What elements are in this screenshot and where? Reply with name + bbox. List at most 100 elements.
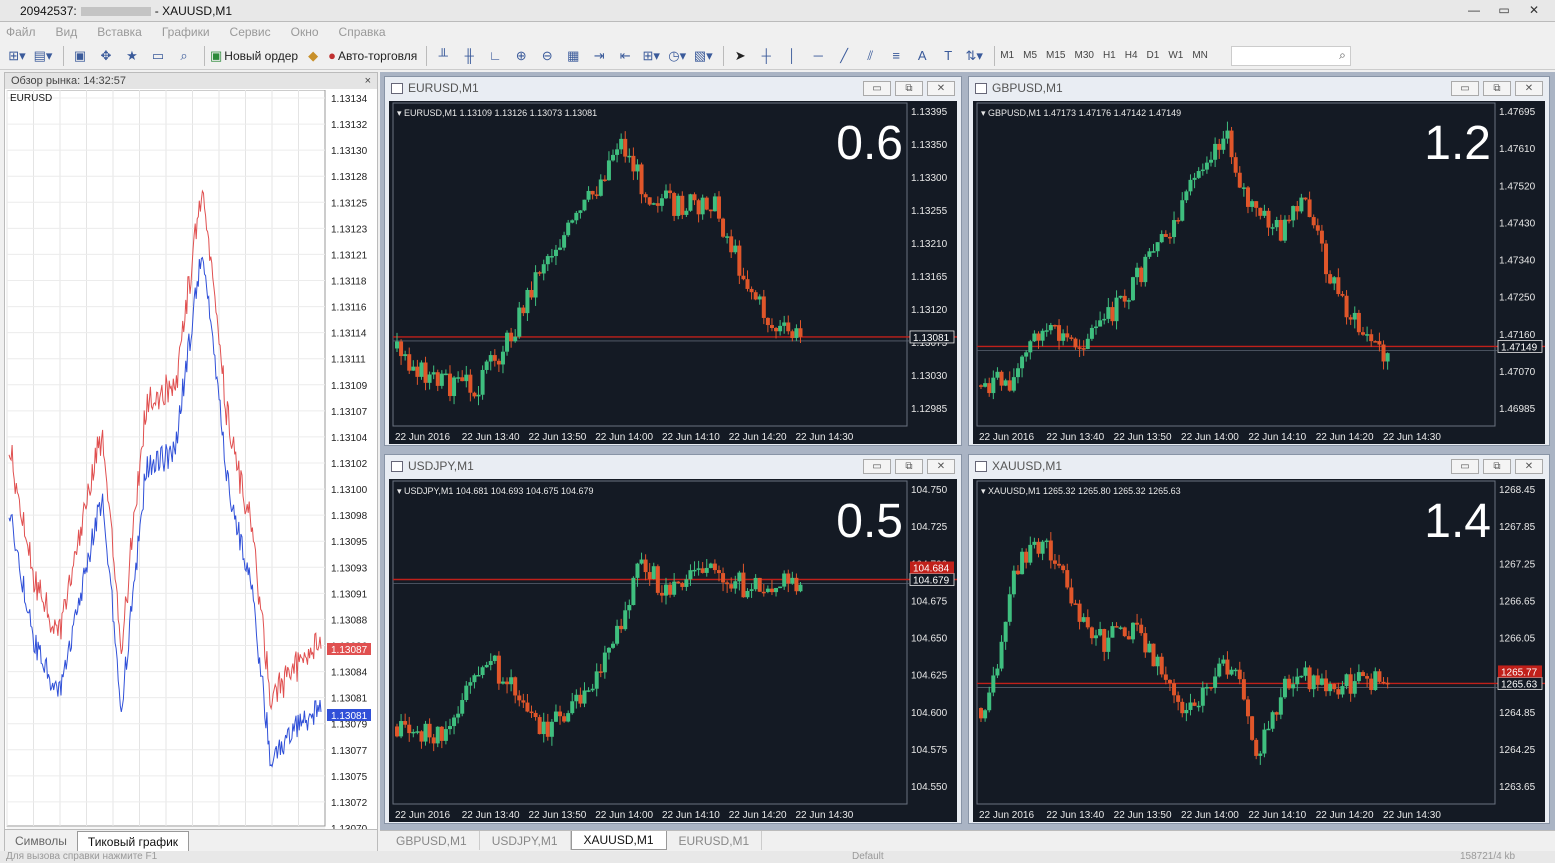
- window-maximize-button[interactable]: ⧉: [895, 81, 923, 96]
- timeframe-m15[interactable]: M15: [1046, 50, 1065, 61]
- market-watch-close-button[interactable]: ×: [365, 75, 371, 87]
- chart-window-usdjpy[interactable]: USDJPY,M1 ▭ ⧉ ✕ ▾ USDJPY,M1 104.681 104.69…: [384, 454, 962, 824]
- menu-window[interactable]: Окно: [291, 25, 319, 39]
- window-minimize-button[interactable]: ▭: [1451, 459, 1479, 474]
- candle-body: [1003, 380, 1008, 386]
- menu-view[interactable]: Вид: [56, 25, 78, 39]
- toolbar: ⊞▾ ▤▾ ▣ ✥ ★ ▭ ⌕ ▣ Новый ордер ◆ ● Авто-тор…: [0, 42, 1555, 70]
- zoom-in-icon[interactable]: ⊕: [510, 45, 532, 67]
- window-tab-gbpusd[interactable]: GBPUSD,M1: [384, 831, 480, 850]
- cursor-icon[interactable]: ➤: [729, 45, 751, 67]
- line-chart-icon[interactable]: ∟: [484, 45, 506, 67]
- time-axis-label: 22 Jun 14:00: [1181, 810, 1239, 821]
- timeframe-mn[interactable]: MN: [1192, 50, 1208, 61]
- menu-charts[interactable]: Графики: [162, 25, 210, 39]
- market-watch-icon[interactable]: ▣: [69, 45, 91, 67]
- candlestick-chart[interactable]: ▾ USDJPY,M1 104.681 104.693 104.675 104.…: [389, 479, 957, 822]
- window-maximize-button[interactable]: ⧉: [1483, 81, 1511, 96]
- timeframe-w1[interactable]: W1: [1168, 50, 1183, 61]
- trendline-icon[interactable]: ╱: [833, 45, 855, 67]
- timeframe-m30[interactable]: M30: [1074, 50, 1093, 61]
- close-button[interactable]: ✕: [1521, 1, 1547, 19]
- profiles-icon[interactable]: ▤▾: [32, 45, 54, 67]
- bar-chart-icon[interactable]: ╨: [432, 45, 454, 67]
- time-axis-label: 22 Jun 14:30: [796, 432, 854, 443]
- chart-window-eurusd[interactable]: EURUSD,M1 ▭ ⧉ ✕ ▾ EURUSD,M1 1.13109 1.1312…: [384, 76, 962, 446]
- candlestick-icon[interactable]: ╫: [458, 45, 480, 67]
- menu-insert[interactable]: Вставка: [97, 25, 142, 39]
- candle-body: [765, 588, 770, 592]
- tick-chart: 1.13134 1.13132 1.13130 1.13128 1.13125 1.131…: [6, 90, 371, 830]
- strategy-tester-icon[interactable]: ⌕: [173, 45, 195, 67]
- channel-icon[interactable]: ⫽: [859, 45, 881, 67]
- candle-body: [979, 385, 983, 387]
- window-minimize-button[interactable]: ▭: [1451, 81, 1479, 96]
- periods-icon[interactable]: ◷▾: [666, 45, 688, 67]
- window-close-button[interactable]: ✕: [1515, 81, 1543, 96]
- metaeditor-icon[interactable]: ◆: [302, 45, 324, 67]
- candle-body: [606, 647, 611, 653]
- candle-body: [1221, 138, 1226, 150]
- timeframe-m1[interactable]: M1: [1000, 50, 1014, 61]
- window-maximize-button[interactable]: ⧉: [895, 459, 923, 474]
- candle-body: [991, 675, 996, 693]
- window-minimize-button[interactable]: ▭: [863, 459, 891, 474]
- window-tab-xauusd[interactable]: XAUUSD,M1: [570, 831, 667, 850]
- timeframe-h1[interactable]: H1: [1103, 50, 1116, 61]
- minimize-button[interactable]: —: [1461, 1, 1487, 19]
- window-close-button[interactable]: ✕: [927, 459, 955, 474]
- tab-symbols[interactable]: Символы: [5, 831, 77, 851]
- window-tab-eurusd[interactable]: EURUSD,M1: [667, 831, 763, 850]
- text-label-icon[interactable]: T: [937, 45, 959, 67]
- vertical-line-icon[interactable]: │: [781, 45, 803, 67]
- chart-shift-icon[interactable]: ⇤: [614, 45, 636, 67]
- window-tab-usdjpy[interactable]: USDJPY,M1: [480, 831, 571, 850]
- menu-tools[interactable]: Сервис: [230, 25, 271, 39]
- window-maximize-button[interactable]: ⧉: [1483, 459, 1511, 474]
- crosshair-icon[interactable]: ┼: [755, 45, 777, 67]
- candle-body: [733, 581, 738, 589]
- timeframe-d1[interactable]: D1: [1147, 50, 1160, 61]
- chart-window-xauusd[interactable]: XAUUSD,M1 ▭ ⧉ ✕ ▾ XAUUSD,M1 1265.32 1265.8…: [968, 454, 1550, 824]
- window-close-button[interactable]: ✕: [927, 81, 955, 96]
- restore-button[interactable]: ▭: [1491, 1, 1517, 19]
- candlestick-chart[interactable]: ▾ GBPUSD,M1 1.47173 1.47176 1.47142 1.47…: [973, 101, 1545, 444]
- candle-body: [1356, 672, 1361, 682]
- arrows-icon[interactable]: ⇅▾: [963, 45, 985, 67]
- search-input[interactable]: ⌕: [1230, 45, 1351, 66]
- candle-body: [1094, 326, 1099, 329]
- autoscroll-icon[interactable]: ⇥: [588, 45, 610, 67]
- candle-body: [615, 149, 620, 155]
- candle-body: [1385, 353, 1390, 362]
- tile-windows-icon[interactable]: ▦: [562, 45, 584, 67]
- search-icon[interactable]: ⌕: [1339, 48, 1346, 63]
- candlestick-chart[interactable]: ▾ XAUUSD,M1 1265.32 1265.80 1265.32 1265…: [973, 479, 1545, 822]
- timeframe-m5[interactable]: M5: [1023, 50, 1037, 61]
- candle-body: [1057, 563, 1062, 566]
- new-order-button[interactable]: ▣ Новый ордер: [210, 45, 298, 67]
- price-label: 1.13130: [331, 146, 368, 157]
- menu-help[interactable]: Справка: [339, 25, 386, 39]
- chart-window-gbpusd[interactable]: GBPUSD,M1 ▭ ⧉ ✕ ▾ GBPUSD,M1 1.47173 1.4717…: [968, 76, 1550, 446]
- fibonacci-icon[interactable]: ≡: [885, 45, 907, 67]
- new-chart-icon[interactable]: ⊞▾: [6, 45, 28, 67]
- indicators-icon[interactable]: ⊞▾: [640, 45, 662, 67]
- autotrading-button[interactable]: ● Авто-торговля: [328, 45, 417, 67]
- zoom-out-icon[interactable]: ⊖: [536, 45, 558, 67]
- text-icon[interactable]: A: [911, 45, 933, 67]
- templates-icon[interactable]: ▧▾: [692, 45, 714, 67]
- menu-file[interactable]: Файл: [6, 25, 36, 39]
- data-window-icon[interactable]: ✥: [95, 45, 117, 67]
- navigator-icon[interactable]: ★: [121, 45, 143, 67]
- window-minimize-button[interactable]: ▭: [863, 81, 891, 96]
- horizontal-line-icon[interactable]: ─: [807, 45, 829, 67]
- candlestick-chart[interactable]: ▾ EURUSD,M1 1.13109 1.13126 1.13073 1.13…: [389, 101, 957, 444]
- terminal-icon[interactable]: ▭: [147, 45, 169, 67]
- window-close-button[interactable]: ✕: [1515, 459, 1543, 474]
- candle-body: [594, 194, 599, 196]
- tab-tick-chart[interactable]: Тиковый график: [76, 831, 190, 851]
- candle-body: [663, 190, 668, 199]
- market-watch-header: Обзор рынка: 14:32:57 ×: [5, 73, 377, 89]
- timeframe-h4[interactable]: H4: [1125, 50, 1138, 61]
- candle-body: [619, 138, 624, 150]
